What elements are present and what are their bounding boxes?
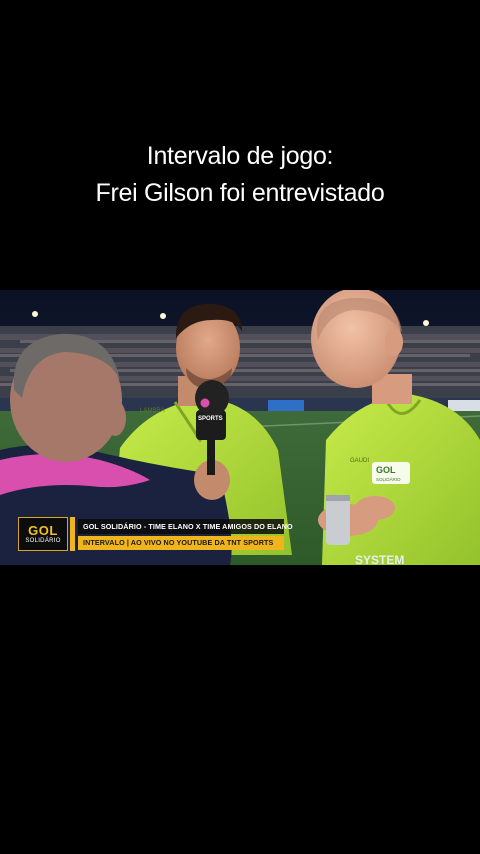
svg-text:LAMBRA: LAMBRA (140, 408, 165, 414)
gol-solidario-logo: GOL SOLIDÁRIO (18, 517, 68, 551)
svg-text:GAUDI: GAUDI (350, 458, 369, 464)
caption-line-2: Frei Gilson foi entrevistado (95, 179, 385, 207)
logo-bottom: SOLIDÁRIO (25, 537, 61, 544)
mic-label: SPORTS (198, 416, 223, 422)
floodlight (160, 313, 166, 319)
lower-third-subline: INTERVALO | AO VIVO NO YOUTUBE DA TNT SP… (78, 536, 284, 550)
jersey-badge-sub: SOLIDÁRIO (376, 476, 401, 482)
lower-third-divider (70, 517, 75, 551)
floodlight (423, 320, 429, 326)
caption-line-1: Intervalo de jogo: (146, 142, 334, 170)
lower-third-headline: GOL SOLIDÁRIO - TIME ELANO X TIME AMIGOS… (78, 519, 293, 534)
jersey-badge: GOL (376, 465, 396, 475)
lower-third: GOL SOLIDÁRIO GOL SOLIDÁRIO - TIME ELANO… (18, 517, 293, 551)
caption: Intervalo de jogo: Frei Gilson foi entre… (0, 138, 480, 212)
floodlight (32, 311, 38, 317)
logo-top: GOL (28, 522, 58, 538)
shirt-sponsor: SYSTEM (355, 553, 404, 565)
